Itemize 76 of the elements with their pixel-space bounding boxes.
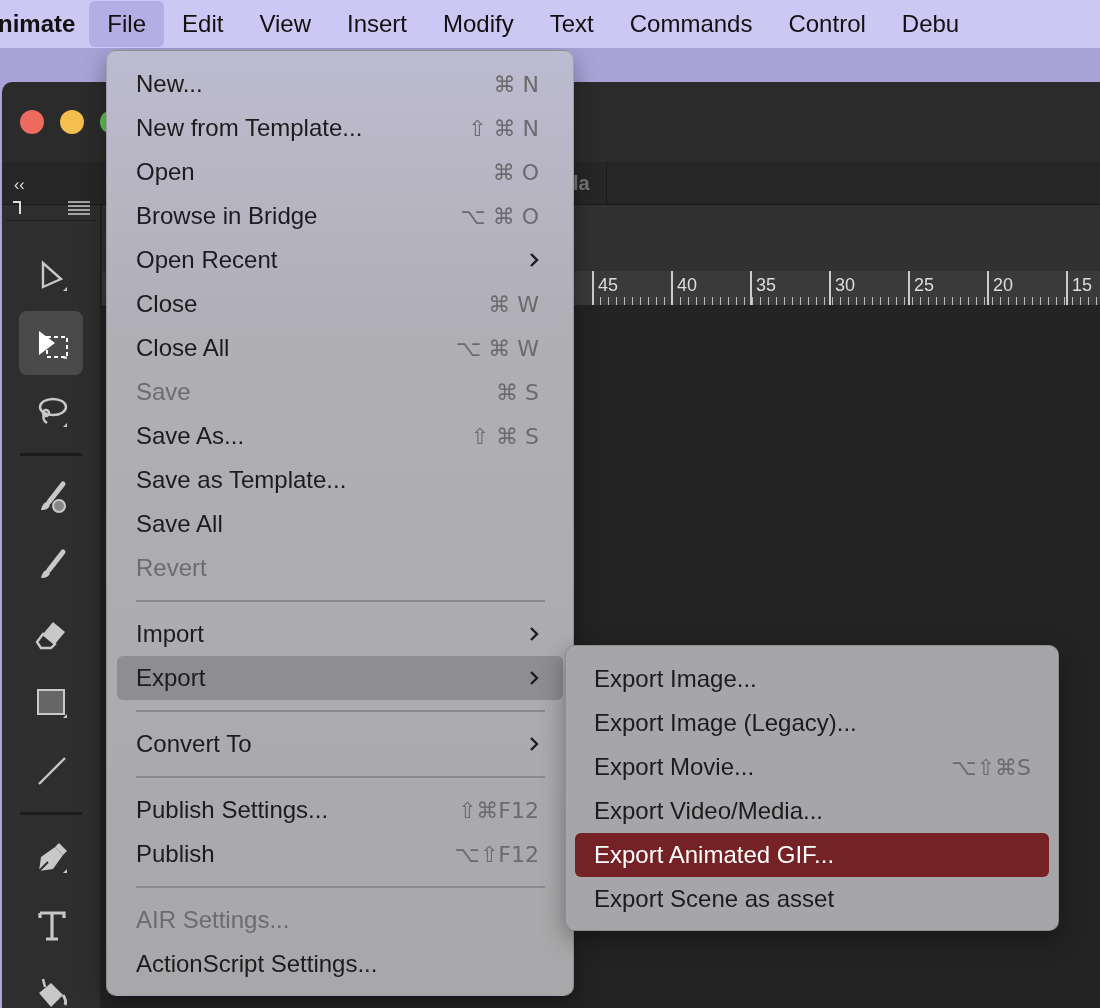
menu-item-label: Save as Template... (136, 466, 348, 494)
collapse-button[interactable]: ‹‹ (2, 176, 102, 204)
app-name[interactable]: nimate (0, 0, 90, 48)
menu-bar-item[interactable]: Commands (611, 0, 771, 48)
menu-item[interactable]: New... ⌘ N (117, 62, 563, 106)
minimize-button[interactable] (60, 110, 84, 134)
selected-tool-button[interactable] (19, 311, 83, 375)
menu-bar-item[interactable]: Insert (329, 0, 425, 48)
menu-bar-item[interactable]: Debu (883, 0, 978, 48)
menu-bar-item[interactable]: View (241, 0, 329, 48)
menu-item[interactable]: Close All ⌥ ⌘ W (117, 326, 563, 370)
menu-item[interactable]: Import (117, 612, 563, 656)
menu-item-label: Import (136, 620, 205, 648)
menu-item-label: Close All (136, 334, 231, 362)
menu-item[interactable]: ActionScript Settings... (117, 942, 563, 986)
menu-item-label: Publish Settings... (136, 796, 330, 824)
chevron-right-icon (529, 252, 539, 268)
menu-item-label: Publish (136, 840, 216, 868)
menu-item[interactable]: Export Scene as asset (575, 877, 1049, 921)
shortcut-label: ⇧ ⌘ N (468, 115, 539, 141)
shortcut-label: ⌥ ⌘ O (460, 203, 539, 229)
shortcut-label: ⌘ S (496, 379, 539, 405)
menu-item[interactable]: Export Video/Media... (575, 789, 1049, 833)
menu-item-label: Export Animated GIF... (594, 841, 836, 869)
menu-item-label: Export Video/Media... (594, 797, 825, 825)
menu-item[interactable]: Save As... ⇧ ⌘ S (117, 414, 563, 458)
menu-bar-item[interactable]: Control (770, 0, 884, 48)
menu-bar-item[interactable]: File (89, 1, 165, 47)
menu-bar-item[interactable]: Modify (425, 0, 532, 48)
menu-bar-item[interactable]: Edit (164, 0, 242, 48)
shortcut-label: ⌘ N (493, 71, 539, 97)
menu-item[interactable]: Export (117, 656, 563, 700)
menu-item-label: Export Movie... (594, 753, 756, 781)
menu-item-label: New from Template... (136, 114, 364, 142)
menu-item[interactable]: Publish ⌥⇧F12 (117, 832, 563, 876)
menu-item[interactable]: New from Template... ⇧ ⌘ N (117, 106, 563, 150)
shortcut-label: ⇧⌘F12 (457, 797, 539, 823)
menu-item-label: Convert To (136, 730, 253, 758)
menu-item-label: Export Image... (594, 665, 758, 693)
menu-bar-item[interactable]: Text (531, 0, 612, 48)
menu-item-label: Export Image (Legacy)... (594, 709, 858, 737)
menu-item-label: Export (136, 664, 207, 692)
shortcut-label: ⌘ O (492, 159, 539, 185)
chevron-right-icon (529, 626, 539, 642)
menu-item-label: Revert (136, 554, 208, 582)
menu-item[interactable]: Save as Template... (117, 458, 563, 502)
menu-item-label: Export Scene as asset (594, 885, 836, 913)
menu-item[interactable]: Export Image (Legacy)... (575, 701, 1049, 745)
close-button[interactable] (20, 110, 44, 134)
menu-item[interactable]: Save All (117, 502, 563, 546)
menu-item-label: Save (136, 378, 192, 406)
panel-corner-icon (12, 199, 22, 216)
shortcut-label: ⌘ W (488, 291, 539, 317)
shortcut-label: ⌥ ⌘ W (455, 335, 539, 361)
menu-item[interactable]: Export Animated GIF... (575, 833, 1049, 877)
menu-item-label: Browse in Bridge (136, 202, 319, 230)
menu-item-label: Close (136, 290, 199, 318)
menu-item[interactable]: Open Recent (117, 238, 563, 282)
menu-item-label: AIR Settings... (136, 906, 291, 934)
menu-item[interactable]: Close ⌘ W (117, 282, 563, 326)
shortcut-label: ⌥⇧F12 (454, 841, 539, 867)
menu-item[interactable]: Convert To (117, 722, 563, 766)
menu-item-label: Open Recent (136, 246, 279, 274)
menu-item-label: Save As... (136, 422, 246, 450)
menu-item-label: Save All (136, 510, 224, 538)
chevron-right-icon (529, 670, 539, 686)
menu-item[interactable]: Export Image... (575, 657, 1049, 701)
menu-item-label: New... (136, 70, 204, 98)
menu-item[interactable]: Export Movie... ⌥⇧⌘S (575, 745, 1049, 789)
menu-item-label: ActionScript Settings... (136, 950, 379, 978)
chevron-right-icon (529, 736, 539, 752)
menu-item-label: Open (136, 158, 196, 186)
shortcut-label: ⌥⇧⌘S (951, 754, 1031, 780)
menu-item[interactable]: Publish Settings... ⇧⌘F12 (117, 788, 563, 832)
menu-icon[interactable] (68, 200, 90, 215)
shortcut-label: ⇧ ⌘ S (470, 423, 539, 449)
